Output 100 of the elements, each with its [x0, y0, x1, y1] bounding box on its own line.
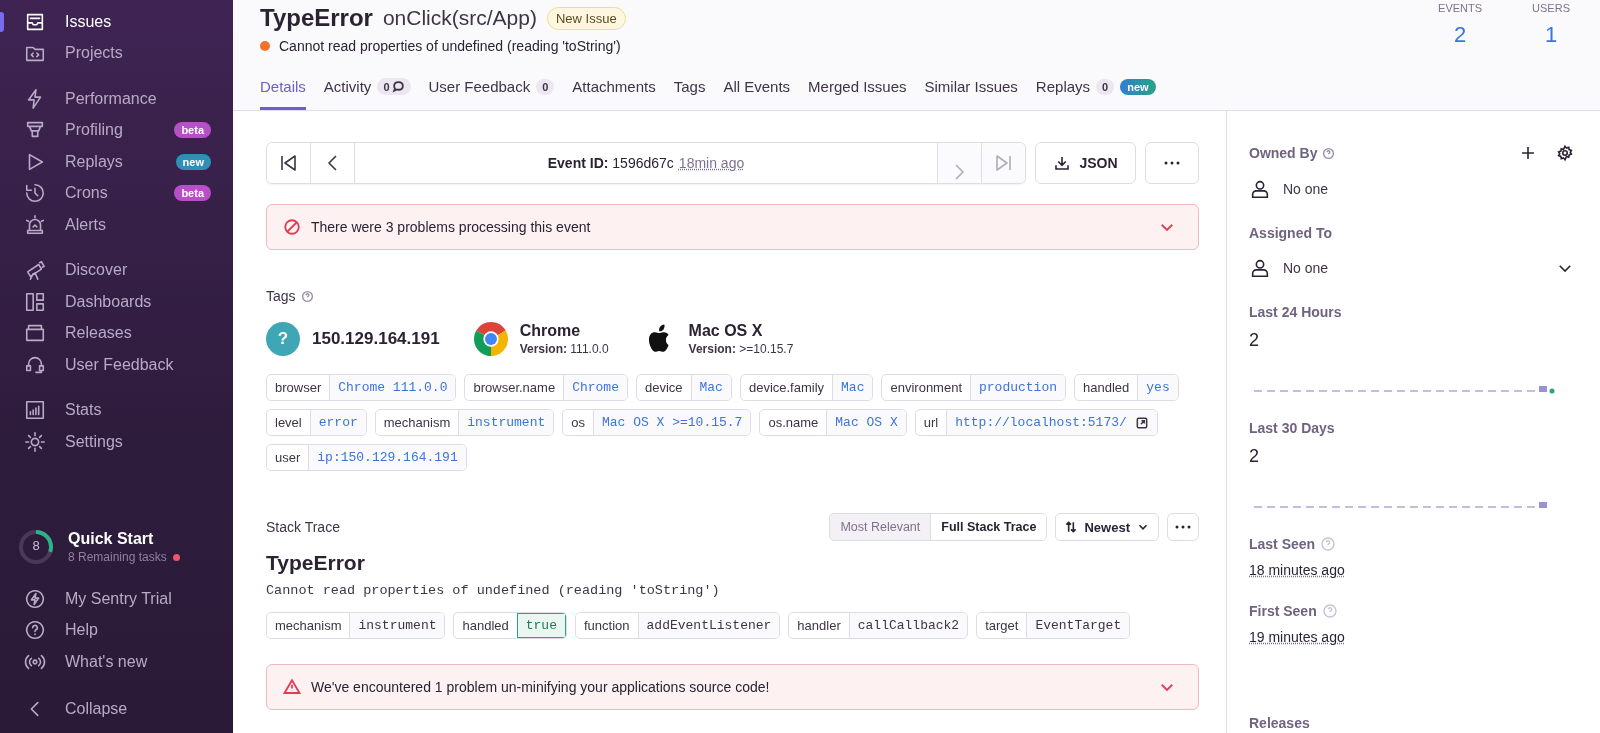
next-icon	[955, 164, 964, 180]
tag-pill[interactable]: handled yes	[1074, 374, 1179, 401]
sort-dropdown[interactable]: Newest	[1055, 513, 1159, 541]
more-button[interactable]	[1167, 513, 1199, 541]
settings-icon[interactable]	[1556, 144, 1574, 162]
sidebar-heading: Assigned To	[1249, 225, 1332, 241]
tag-key: browser	[267, 375, 330, 400]
tag-pill[interactable]: environment production	[881, 374, 1067, 401]
sidebar-item[interactable]: Stats	[0, 394, 233, 426]
tag-pill[interactable]: browser Chrome 111.0.0	[266, 374, 457, 401]
tag-pill[interactable]: device Mac	[635, 374, 732, 401]
plus-icon[interactable]	[1519, 144, 1537, 162]
sidebar-item[interactable]: Releases	[0, 317, 233, 349]
quick-start[interactable]: 8 Quick Start 8 Remaining tasks	[0, 527, 233, 567]
more-icon	[1174, 523, 1192, 531]
sidebar-item[interactable]: Dashboards	[0, 286, 233, 318]
tab-label: Similar Issues	[924, 78, 1018, 95]
sidebar-item[interactable]: Alerts	[0, 209, 233, 241]
relative-time[interactable]: 18 minutes ago	[1249, 562, 1345, 578]
sidebar-item[interactable]: Collapse	[0, 693, 233, 725]
sidebar-item[interactable]: Replays new	[0, 146, 233, 178]
exception-type: TypeError	[266, 551, 366, 575]
help-icon[interactable]	[1322, 146, 1336, 160]
tab[interactable]: Merged Issues	[808, 70, 907, 110]
nav-badge: beta	[174, 122, 211, 139]
new-badge: new	[1120, 78, 1156, 95]
assignee-dropdown[interactable]: No one	[1249, 257, 1574, 279]
help-icon[interactable]	[1320, 536, 1337, 552]
tag-pill[interactable]: os.name Mac OS X	[759, 409, 907, 436]
sidebar-item[interactable]: Issues	[0, 6, 233, 38]
sidebar-item[interactable]: Crons beta	[0, 177, 233, 209]
tag-pill[interactable]: level error	[266, 409, 367, 436]
tab[interactable]: Details	[260, 70, 306, 110]
more-icon	[1163, 159, 1181, 167]
warning-icon	[283, 678, 301, 696]
sidebar-item[interactable]: Profiling beta	[0, 114, 233, 146]
siren-icon	[24, 213, 46, 236]
task-count: 8	[31, 538, 41, 553]
relative-time[interactable]: 19 minutes ago	[1249, 629, 1345, 645]
sidebar-heading: Releases	[1249, 715, 1311, 731]
tab-label: Replays	[1035, 78, 1091, 95]
stat-value[interactable]: 1	[1544, 22, 1558, 48]
tab-label: Tags	[673, 78, 706, 95]
tab[interactable]: Similar Issues	[924, 70, 1018, 110]
tab-label: Attachments	[572, 78, 656, 95]
user-icon	[1249, 257, 1271, 279]
sidebar-item[interactable]: User Feedback	[0, 349, 233, 381]
section-title: Stack Trace	[266, 519, 340, 535]
status-badge: New Issue	[546, 6, 626, 30]
tab[interactable]: Attachments	[572, 70, 656, 110]
tag-pill[interactable]: mechanism instrument	[374, 409, 555, 436]
tag-pill[interactable]: device.family Mac	[739, 374, 874, 401]
tab[interactable]: Tags	[673, 70, 706, 110]
mechanism-key: handled	[454, 613, 517, 638]
sort-icon	[1064, 520, 1079, 534]
help-icon[interactable]	[1321, 603, 1338, 619]
sidebar-item[interactable]: Performance	[0, 83, 233, 115]
json-button[interactable]: JSON	[1035, 142, 1136, 184]
tag-pill[interactable]: os Mac OS X >=10.15.7	[562, 409, 752, 436]
tab-label: Activity	[323, 78, 372, 95]
view-option[interactable]: Most Relevant	[830, 514, 931, 540]
tab[interactable]: User Feedback 0	[428, 70, 555, 110]
stat-label: USERS	[1532, 2, 1570, 14]
tag-title: Mac OS X	[688, 322, 764, 340]
tag-pill[interactable]: browser.name Chrome	[464, 374, 628, 401]
bar-chart-icon	[24, 399, 46, 422]
sidebar-item[interactable]: What's new	[0, 646, 233, 678]
tab[interactable]: All Events	[723, 70, 791, 110]
tag-version: Version: >=10.15.7	[688, 342, 794, 356]
help-icon[interactable]	[300, 289, 314, 303]
sidebar-item[interactable]: My Sentry Trial	[0, 583, 233, 615]
mechanism-key: mechanism	[267, 613, 350, 638]
sidebar-heading: Last 30 Days	[1249, 420, 1336, 436]
notification-dot	[172, 553, 180, 561]
tab-label: User Feedback	[428, 78, 531, 95]
previous-button[interactable]	[311, 143, 355, 183]
dashboard-icon	[24, 290, 46, 313]
tag-pill[interactable]: user ip:150.129.164.191	[266, 444, 467, 471]
mechanism-value: callCallback2	[848, 613, 968, 638]
first-event-button[interactable]	[267, 143, 311, 183]
sidebar-item[interactable]: Help	[0, 614, 233, 646]
event-count: 2	[1249, 446, 1260, 467]
stat-value[interactable]: 2	[1453, 22, 1467, 48]
tab[interactable]: Replays 0 new	[1035, 70, 1156, 110]
tag-title: 150.129.164.191	[312, 329, 440, 349]
tag-key: device.family	[740, 375, 833, 400]
tag-pill[interactable]: url http://localhost:5173/	[914, 409, 1158, 436]
external-link-icon[interactable]	[1134, 415, 1149, 430]
sidebar-item[interactable]: Projects	[0, 37, 233, 69]
download-icon	[1053, 154, 1072, 172]
view-option[interactable]: Full Stack Trace	[930, 514, 1047, 540]
sourcemap-alert[interactable]: We've encountered 1 problem un-minifying your applications source code!	[266, 664, 1199, 710]
event-age[interactable]: 18min ago	[678, 155, 745, 171]
count-badge: 0	[377, 78, 411, 95]
sidebar-item[interactable]: Discover	[0, 254, 233, 286]
sidebar-item[interactable]: Settings	[0, 426, 233, 458]
tab[interactable]: Activity 0	[323, 70, 411, 110]
processing-alert[interactable]: There were 3 problems processing this event	[266, 204, 1199, 250]
history-icon	[24, 182, 46, 205]
mechanism-value: true	[516, 613, 566, 638]
